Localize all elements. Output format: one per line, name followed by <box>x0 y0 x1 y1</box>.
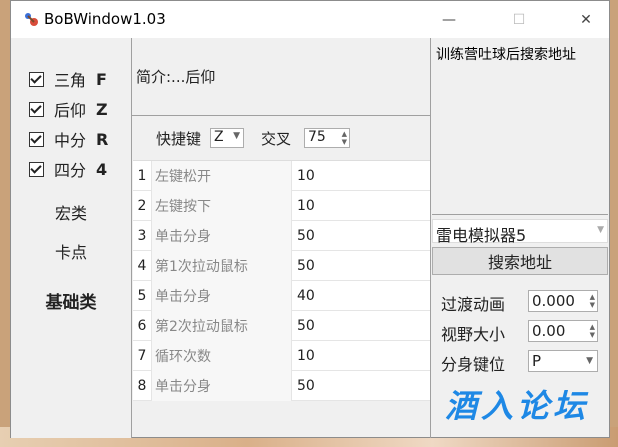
view-size-value: 0.00 <box>532 322 566 340</box>
row-value[interactable]: 40 <box>293 281 430 311</box>
address-box: 训练营吐球后搜索地址 <box>432 38 608 215</box>
checkbox-key-3: R <box>96 129 109 149</box>
checkbox-4[interactable] <box>29 161 44 177</box>
transition-value: 0.000 <box>532 292 575 310</box>
spin-down-icon[interactable]: ▼ <box>590 332 595 339</box>
checkbox-row-2[interactable]: 后仰 Z <box>29 98 108 120</box>
table-row[interactable]: 1 左键松开 10 <box>133 161 430 191</box>
view-size-spinbox[interactable]: 0.00 ▲ ▼ <box>528 320 598 342</box>
checkbox-3[interactable] <box>29 131 44 147</box>
param-label-transition: 过渡动画 <box>441 295 506 314</box>
row-index: 3 <box>133 221 152 251</box>
maximize-button[interactable]: ☐ <box>496 1 542 38</box>
table-row[interactable]: 6 第2次拉动鼠标 50 <box>133 311 430 341</box>
steps-table: 1 左键松开 10 2 左键按下 10 3 单击分身 50 4 第1次拉动鼠标 … <box>133 160 430 401</box>
param-label-clone-key: 分身键位 <box>441 355 506 374</box>
intro-text: 简介:...后仰 <box>136 68 216 86</box>
table-row[interactable]: 3 单击分身 50 <box>133 221 430 251</box>
row-name: 循环次数 <box>152 341 292 371</box>
checkbox-label-1: 三角 <box>54 71 87 90</box>
clone-key-select[interactable]: P ▼ <box>528 350 598 372</box>
left-panel: 三角 F 后仰 Z 中分 R 四分 4 宏类 卡点 基础类 <box>11 38 131 438</box>
close-button[interactable]: ✕ <box>563 1 609 38</box>
nav-checkpoint[interactable]: 卡点 <box>11 239 131 263</box>
chevron-down-icon: ▼ <box>597 225 604 235</box>
row-name: 单击分身 <box>152 281 292 311</box>
spin-down-icon[interactable]: ▼ <box>590 302 595 309</box>
row-name: 单击分身 <box>152 371 292 401</box>
checkbox-label-2: 后仰 <box>54 101 87 120</box>
nav-basic[interactable]: 基础类 <box>11 288 131 313</box>
table-row[interactable]: 7 循环次数 10 <box>133 341 430 371</box>
row-name: 第1次拉动鼠标 <box>152 251 292 281</box>
spin-up-icon[interactable]: ▲ <box>342 131 347 138</box>
row-name: 左键松开 <box>152 161 292 191</box>
spin-up-icon[interactable]: ▲ <box>590 324 595 331</box>
transition-spinbox[interactable]: 0.000 ▲ ▼ <box>528 290 598 312</box>
title-bar: BoBWindow1.03 — ☐ ✕ <box>11 1 609 38</box>
row-index: 8 <box>133 371 152 401</box>
row-value[interactable]: 50 <box>293 251 430 281</box>
app-icon <box>25 13 38 26</box>
nav-macro[interactable]: 宏类 <box>11 200 131 224</box>
row-value[interactable]: 10 <box>293 341 430 371</box>
clone-key-value: P <box>532 352 542 370</box>
minimize-button[interactable]: — <box>426 1 472 38</box>
checkbox-row-1[interactable]: 三角 F <box>29 68 107 90</box>
row-value[interactable]: 50 <box>293 221 430 251</box>
table-row[interactable]: 2 左键按下 10 <box>133 191 430 221</box>
emulator-select[interactable]: 雷电模拟器5 ▼ <box>432 219 608 245</box>
row-name: 单击分身 <box>152 221 292 251</box>
hotkey-select[interactable]: Z ▼ <box>210 128 244 148</box>
hotkey-value: Z <box>214 129 224 145</box>
middle-panel: 简介:...后仰 快捷键 Z ▼ 交叉 75 ▲ ▼ 1 左键松开 10 2 左… <box>131 38 431 438</box>
row-name: 第2次拉动鼠标 <box>152 311 292 341</box>
forum-watermark: 酒入论坛 <box>445 387 590 425</box>
checkbox-key-2: Z <box>96 99 108 119</box>
cross-value: 75 <box>308 129 326 145</box>
chevron-down-icon: ▼ <box>233 131 240 141</box>
divider <box>132 115 430 116</box>
table-row[interactable]: 4 第1次拉动鼠标 50 <box>133 251 430 281</box>
app-window: BoBWindow1.03 — ☐ ✕ 三角 F 后仰 Z 中分 R 四分 4 … <box>10 0 610 438</box>
table-row[interactable]: 8 单击分身 50 <box>133 371 430 401</box>
row-value[interactable]: 50 <box>293 371 430 401</box>
param-label-view: 视野大小 <box>441 325 506 344</box>
checkbox-1[interactable] <box>29 71 44 87</box>
checkbox-2[interactable] <box>29 101 44 117</box>
spin-up-icon[interactable]: ▲ <box>590 294 595 301</box>
spin-down-icon[interactable]: ▼ <box>342 139 347 146</box>
row-index: 7 <box>133 341 152 371</box>
row-value[interactable]: 10 <box>293 191 430 221</box>
checkbox-key-1: F <box>96 69 107 89</box>
checkbox-label-4: 四分 <box>54 161 87 180</box>
checkbox-row-4[interactable]: 四分 4 <box>29 158 107 180</box>
chevron-down-icon: ▼ <box>586 356 593 366</box>
row-index: 4 <box>133 251 152 281</box>
cross-label: 交叉 <box>261 130 292 148</box>
checkbox-row-3[interactable]: 中分 R <box>29 128 108 150</box>
checkbox-label-3: 中分 <box>54 131 87 150</box>
row-name: 左键按下 <box>152 191 292 221</box>
emulator-value: 雷电模拟器5 <box>436 226 527 245</box>
right-panel: 训练营吐球后搜索地址 雷电模拟器5 ▼ 搜索地址 过渡动画 0.000 ▲ ▼ … <box>431 38 609 438</box>
cross-spinbox[interactable]: 75 ▲ ▼ <box>304 128 350 148</box>
hotkey-label: 快捷键 <box>156 130 202 148</box>
search-address-button[interactable]: 搜索地址 <box>432 247 608 275</box>
row-value[interactable]: 10 <box>293 161 430 191</box>
row-index: 2 <box>133 191 152 221</box>
row-index: 5 <box>133 281 152 311</box>
window-title: BoBWindow1.03 <box>44 10 166 28</box>
row-value[interactable]: 50 <box>293 311 430 341</box>
table-row[interactable]: 5 单击分身 40 <box>133 281 430 311</box>
address-box-title: 训练营吐球后搜索地址 <box>436 47 576 63</box>
row-index: 1 <box>133 161 152 191</box>
checkbox-key-4: 4 <box>96 159 108 179</box>
row-index: 6 <box>133 311 152 341</box>
